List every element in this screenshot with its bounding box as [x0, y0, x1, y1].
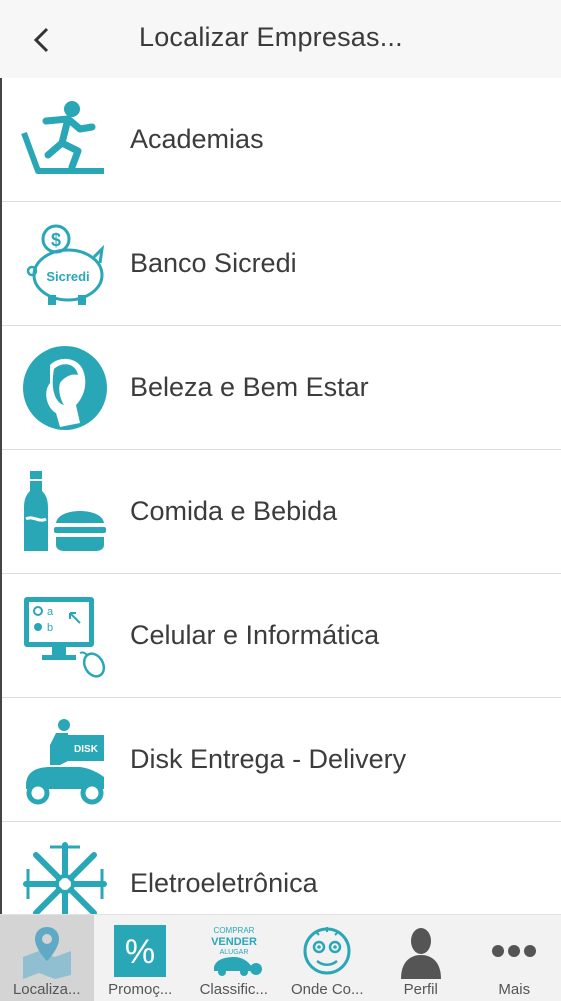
bottle-burger-icon: [20, 467, 110, 557]
category-list: Academias $ Sicredi Banco Sicredi: [0, 78, 561, 946]
tab-perfil[interactable]: Perfil: [374, 915, 468, 1001]
list-item-celular[interactable]: a b Celular e Informática: [2, 574, 561, 698]
classifieds-icon: COMPRAR VENDER ALUGAR: [204, 923, 264, 979]
tab-label: Promoç...: [108, 981, 172, 998]
item-label: Eletroeletrônica: [130, 868, 318, 899]
svg-text:$: $: [51, 230, 61, 250]
svg-text:b: b: [47, 622, 53, 634]
item-label: Beleza e Bem Estar: [130, 372, 369, 403]
tab-onde-comer[interactable]: Onde Co...: [281, 915, 375, 1001]
tab-mais[interactable]: Mais: [468, 915, 561, 1001]
svg-text:COMPRAR: COMPRAR: [213, 926, 254, 935]
svg-text:VENDER: VENDER: [211, 936, 257, 948]
tab-label: Classific...: [200, 981, 268, 998]
back-button[interactable]: [22, 20, 62, 60]
item-label: Banco Sicredi: [130, 248, 297, 279]
map-pin-icon: [17, 923, 77, 979]
smiley-face-icon: [297, 923, 357, 979]
delivery-scooter-icon: DISK: [20, 715, 110, 805]
item-label: Disk Entrega - Delivery: [130, 744, 406, 775]
item-label: Celular e Informática: [130, 620, 379, 651]
svg-text:a: a: [47, 606, 54, 618]
svg-text:%: %: [125, 933, 155, 971]
svg-text:DISK: DISK: [74, 744, 99, 755]
percent-icon: %: [110, 923, 170, 979]
tab-label: Mais: [498, 981, 530, 998]
svg-text:ALUGAR: ALUGAR: [219, 949, 248, 956]
page-title: Localizar Empresas...: [139, 22, 403, 53]
list-item-academias[interactable]: Academias: [2, 78, 561, 202]
tab-label: Perfil: [404, 981, 438, 998]
woman-profile-icon: [20, 343, 110, 433]
list-item-banco-sicredi[interactable]: $ Sicredi Banco Sicredi: [2, 202, 561, 326]
runner-treadmill-icon: [20, 95, 110, 185]
tab-promocoes[interactable]: % Promoç...: [94, 915, 188, 1001]
svg-text:Sicredi: Sicredi: [46, 269, 89, 284]
list-item-comida[interactable]: Comida e Bebida: [2, 450, 561, 574]
tab-localizar[interactable]: Localiza...: [0, 915, 94, 1001]
tab-label: Onde Co...: [291, 981, 364, 998]
list-item-beleza[interactable]: Beleza e Bem Estar: [2, 326, 561, 450]
computer-mouse-icon: a b: [20, 591, 110, 681]
tab-classificados[interactable]: COMPRAR VENDER ALUGAR Classific...: [187, 915, 281, 1001]
list-item-delivery[interactable]: DISK Disk Entrega - Delivery: [2, 698, 561, 822]
top-bar: Localizar Empresas...: [0, 0, 561, 78]
more-dots-icon: [484, 923, 544, 979]
item-label: Academias: [130, 124, 264, 155]
chevron-left-icon: [32, 27, 52, 53]
tab-label: Localiza...: [13, 981, 81, 998]
person-icon: [391, 923, 451, 979]
bottom-tab-bar: Localiza... % Promoç... COMPRAR VENDER A…: [0, 914, 561, 1001]
item-label: Comida e Bebida: [130, 496, 337, 527]
piggy-bank-icon: $ Sicredi: [20, 219, 110, 309]
